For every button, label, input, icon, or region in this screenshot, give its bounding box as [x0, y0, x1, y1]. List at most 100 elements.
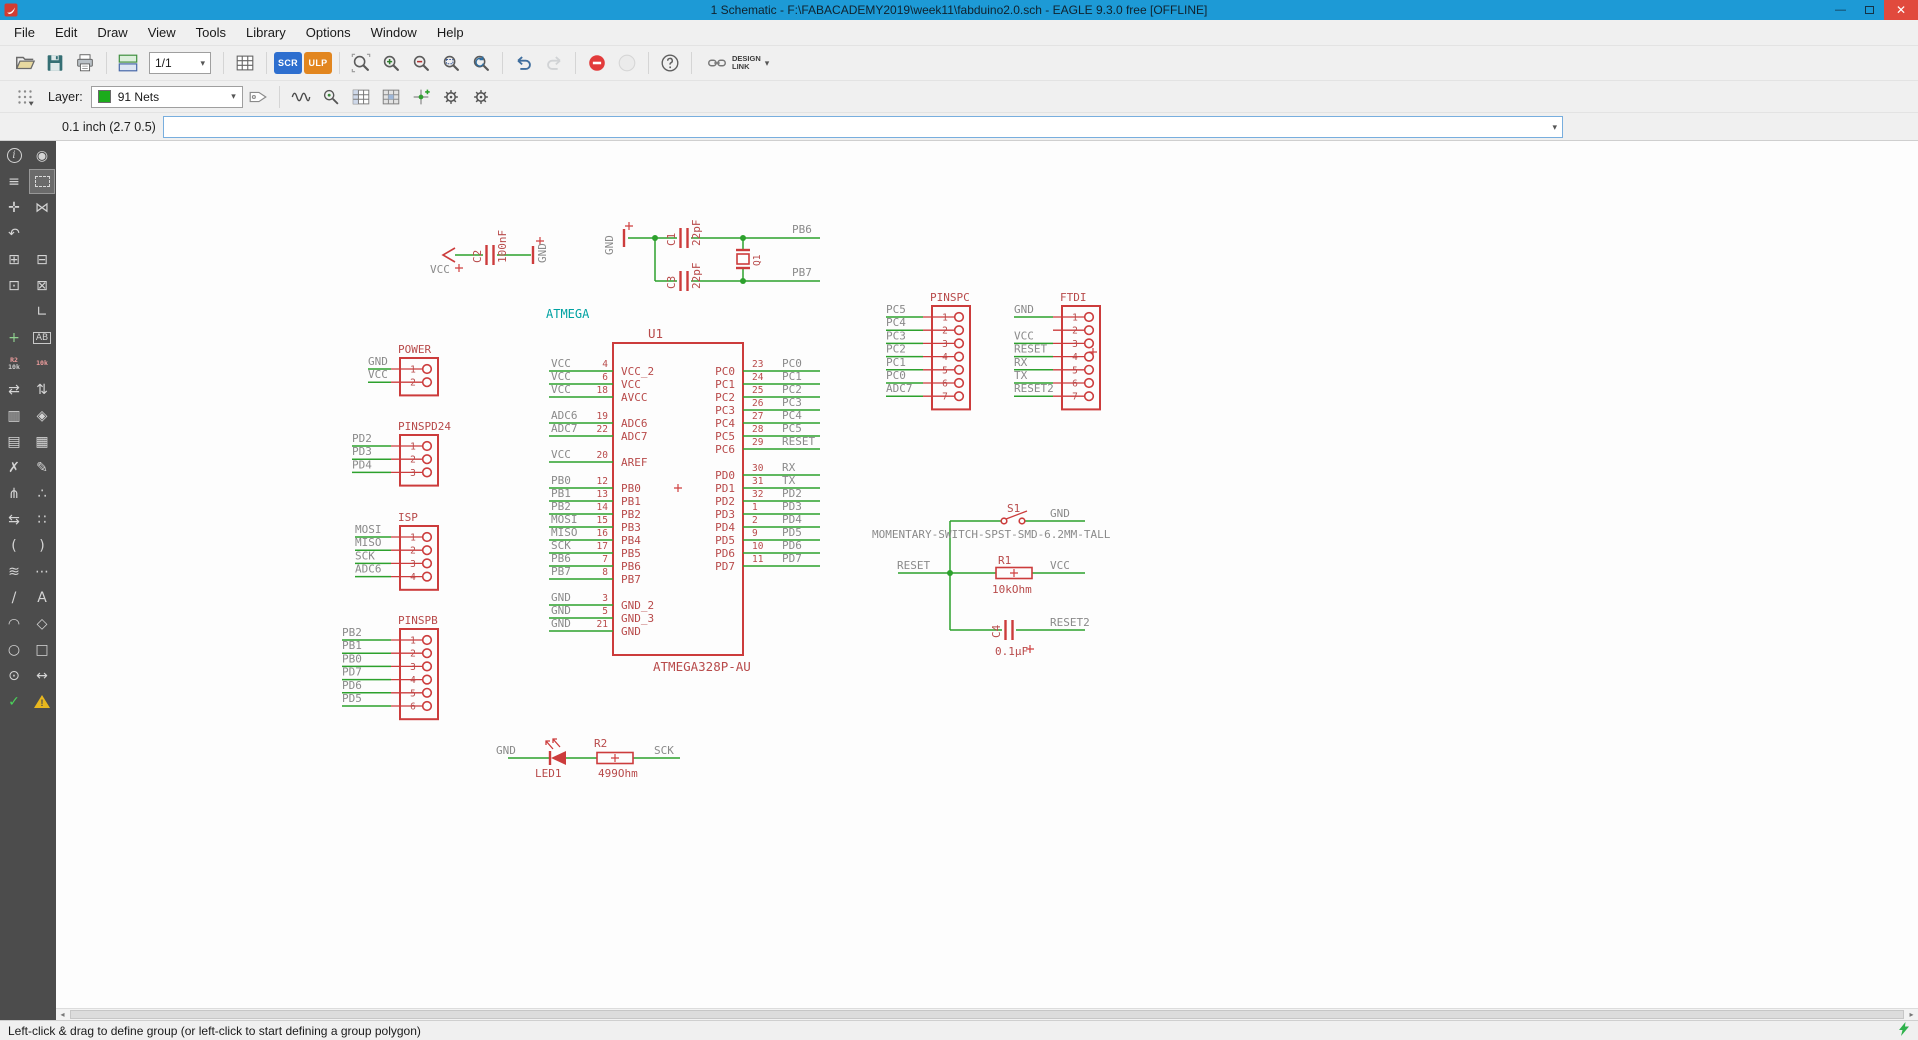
name-tool[interactable]: AB — [29, 325, 55, 350]
dropdown-caret-icon: ▾ — [764, 57, 770, 68]
command-dropdown-caret-icon[interactable]: ▾ — [1552, 122, 1562, 133]
help-button[interactable] — [656, 50, 684, 76]
polygon-tool[interactable]: ◇ — [29, 611, 55, 636]
resistor-R1: R1 10kOhm — [992, 554, 1033, 596]
zoom-out-button[interactable] — [407, 50, 435, 76]
redo-button[interactable] — [540, 50, 568, 76]
value-tool[interactable]: R2 10k — [1, 351, 27, 376]
cut-tool[interactable]: ⊟ — [29, 247, 55, 272]
menu-item-options[interactable]: Options — [296, 21, 361, 45]
sheet-list-button[interactable] — [231, 50, 259, 76]
circle-tool[interactable]: ○ — [1, 637, 27, 662]
net-probe-button[interactable] — [317, 84, 345, 110]
svg-text:1: 1 — [410, 365, 416, 376]
erc-tool[interactable]: ✓ — [1, 689, 27, 714]
meander-tool[interactable]: ≋ — [1, 559, 27, 584]
wire-jump-tool[interactable]: ∟ — [29, 299, 55, 324]
zoom-select-button[interactable] — [437, 50, 465, 76]
command-input-box[interactable]: ▾ — [163, 116, 1563, 138]
grid-style-a-button[interactable] — [347, 84, 375, 110]
paste-sheet-tool[interactable]: ▦ — [29, 429, 55, 454]
delete-group-tool[interactable]: ⊠ — [29, 273, 55, 298]
copy-tool[interactable]: ⊞ — [1, 247, 27, 272]
print-button[interactable] — [71, 50, 99, 76]
arc-left-tool[interactable]: ( — [1, 533, 27, 558]
arc-tool[interactable]: ◠ — [1, 611, 27, 636]
menu-item-window[interactable]: Window — [361, 21, 427, 45]
text-tool[interactable]: A — [29, 585, 55, 610]
value-small-tool[interactable]: 10k — [29, 351, 55, 376]
group-select-tool[interactable] — [29, 169, 55, 194]
scrollbar-thumb[interactable] — [70, 1010, 1904, 1019]
generate-board-button[interactable] — [114, 50, 142, 76]
show-tool[interactable]: ◉ — [29, 143, 55, 168]
menu-item-library[interactable]: Library — [236, 21, 296, 45]
dimension-tool[interactable]: ↔ — [29, 663, 55, 688]
rotate-tool[interactable]: ↶ — [1, 221, 27, 246]
auto-junction-button[interactable] — [407, 84, 435, 110]
grid-settings-button[interactable] — [11, 84, 39, 110]
status-message: Left-click & drag to define group (or le… — [8, 1023, 421, 1038]
wire-bend-button[interactable] — [287, 84, 315, 110]
net-class-button[interactable] — [437, 84, 465, 110]
menu-item-tools[interactable]: Tools — [186, 21, 236, 45]
copy-sheet-tool[interactable]: ▤ — [1, 429, 27, 454]
dots-tool[interactable]: ⋯ — [29, 559, 55, 584]
ratsnest-tool[interactable]: ∷ — [29, 507, 55, 532]
wire-tool[interactable]: / — [1, 585, 27, 610]
horizontal-scrollbar[interactable]: ◂ ▸ — [56, 1008, 1918, 1020]
gateswap-tool[interactable]: ⇅ — [29, 377, 55, 402]
stop-button[interactable] — [583, 50, 611, 76]
save-button[interactable] — [41, 50, 69, 76]
misc-options-button[interactable] — [467, 84, 495, 110]
move-tool[interactable]: ✛ — [1, 195, 27, 220]
add-part-tool[interactable]: + — [1, 325, 27, 350]
pinswap-tool[interactable]: ⇄ — [1, 377, 27, 402]
layer-display-button[interactable] — [244, 84, 272, 110]
junction-tool[interactable]: ⊙ — [1, 663, 27, 688]
change-tool[interactable]: ✎ — [29, 455, 55, 480]
layer-dropdown[interactable]: 91 Nets ▾ — [90, 85, 243, 108]
menu-item-file[interactable]: File — [4, 21, 45, 45]
display-tool[interactable]: ≡ — [1, 169, 27, 194]
zoom-in-button[interactable] — [377, 50, 405, 76]
schematic-canvas[interactable]: PB6PB7GNDVCCRESET2RESETGND SCKATMEGAVCCGN… — [56, 141, 1918, 1008]
menu-item-help[interactable]: Help — [427, 21, 474, 45]
errors-tool[interactable]: ! — [29, 689, 55, 714]
run-script-button[interactable]: SCR — [274, 52, 302, 74]
scroll-left-button[interactable]: ◂ — [56, 1009, 69, 1020]
open-button[interactable] — [11, 50, 39, 76]
connection-status-icon[interactable] — [1896, 1021, 1912, 1040]
command-input[interactable] — [164, 117, 1553, 137]
zoomout-icon — [413, 55, 429, 71]
label-tool[interactable]: ◈ — [29, 403, 55, 428]
menu-item-view[interactable]: View — [138, 21, 186, 45]
design-link-button[interactable]: DESIGN LINK ▾ — [699, 50, 776, 76]
schematic-editor-canvas[interactable]: PB6 PB7 GND VCC RESET2 RESET GND SCK ATMEGA VCC GN… — [56, 141, 1918, 1020]
optimize-tool[interactable]: ⇆ — [1, 507, 27, 532]
arc-right-tool[interactable]: ) — [29, 533, 55, 558]
delete-tool[interactable]: ✗ — [1, 455, 27, 480]
minimize-button[interactable]: — — [1826, 0, 1855, 20]
polygonize-tool[interactable]: ∴ — [29, 481, 55, 506]
info-tool[interactable]: i — [1, 143, 27, 168]
menu-item-draw[interactable]: Draw — [87, 21, 137, 45]
menu-item-edit[interactable]: Edit — [45, 21, 87, 45]
restore-button[interactable] — [1855, 0, 1884, 20]
split-tool[interactable]: ⋔ — [1, 481, 27, 506]
toolbar-separator — [339, 52, 340, 74]
sheet-selector[interactable]: 1/1 ▾ — [149, 52, 211, 74]
close-button[interactable]: ✕ — [1884, 0, 1918, 20]
undo-button[interactable] — [510, 50, 538, 76]
scroll-right-button[interactable]: ▸ — [1905, 1009, 1918, 1020]
rect-tool[interactable]: □ — [29, 637, 55, 662]
svg-text:MOSI: MOSI — [551, 513, 578, 526]
zoom-fit-button[interactable] — [347, 50, 375, 76]
go-button[interactable] — [613, 50, 641, 76]
net-class-tool[interactable]: ▥ — [1, 403, 27, 428]
mirror-tool[interactable]: ⋈ — [29, 195, 55, 220]
run-ulp-button[interactable]: ULP — [304, 52, 332, 74]
paste-tool[interactable]: ⊡ — [1, 273, 27, 298]
zoom-redraw-button[interactable] — [467, 50, 495, 76]
grid-style-b-button[interactable] — [377, 84, 405, 110]
